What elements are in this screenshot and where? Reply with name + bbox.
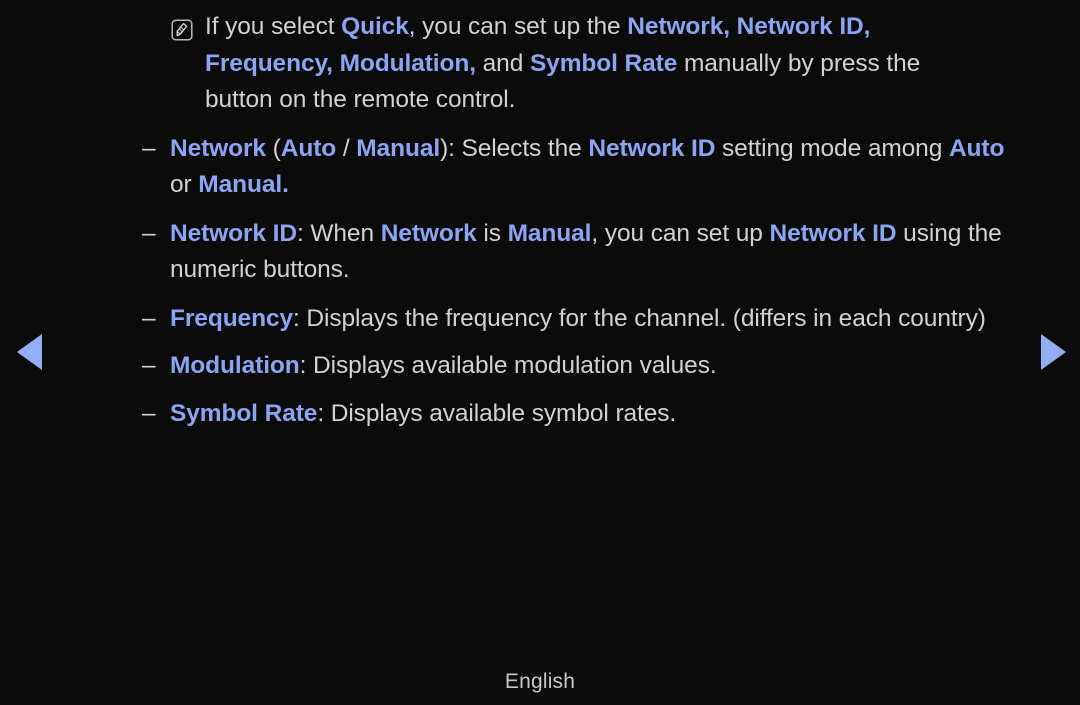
body-text: If you select <box>205 13 342 40</box>
footer-language-label: English <box>504 670 576 693</box>
list-item-text: Modulation: Displays available modulatio… <box>170 348 1020 385</box>
highlighted-term: Manual <box>507 219 592 247</box>
body-text: or <box>170 171 199 198</box>
body-text: ): Selects the <box>440 134 589 162</box>
note-block: If you select Quick, you can set up the … <box>0 9 1080 119</box>
body-text: setting mode among <box>715 134 949 162</box>
body-text: : When <box>296 219 381 247</box>
bullet-dash: – <box>142 352 156 379</box>
body-text: , you can set up the <box>408 13 628 40</box>
bullet-dash: – <box>142 219 156 247</box>
list-item-text: Network (Auto / Manual): Selects the Net… <box>170 131 1020 204</box>
body-text: , you can set up <box>591 219 770 247</box>
note-pencil-icon <box>171 19 193 41</box>
body-text: ( <box>265 134 281 162</box>
list-item: – Network (Auto / Manual): Selects the N… <box>0 131 1080 204</box>
body-text: : Displays the frequency for the channel… <box>293 304 986 332</box>
highlighted-term: Modulation <box>170 352 300 379</box>
list-item: – Symbol Rate: Displays available symbol… <box>0 396 1080 433</box>
highlighted-term: Symbol Rate <box>170 399 318 427</box>
body-text: and <box>475 49 530 77</box>
body-text: is <box>476 219 508 247</box>
triangle-right-icon <box>1040 334 1066 370</box>
list-item: – Frequency: Displays the frequency for … <box>0 301 1080 338</box>
highlighted-term: Network <box>170 134 266 162</box>
highlighted-term: Network <box>380 219 477 247</box>
previous-page-button[interactable] <box>12 332 46 372</box>
highlighted-term: Quick <box>341 13 409 40</box>
list-item: – Modulation: Displays available modulat… <box>0 348 1080 385</box>
list-item: – Network ID: When Network is Manual, yo… <box>0 216 1080 289</box>
highlighted-term: Manual. <box>198 171 289 198</box>
highlighted-term: Manual <box>356 134 441 162</box>
highlighted-term: Auto <box>948 134 1005 162</box>
highlighted-term: Symbol Rate <box>529 49 678 77</box>
body-text: / <box>336 134 357 162</box>
emanual-page: If you select Quick, you can set up the … <box>0 0 1080 705</box>
bullet-dash: – <box>142 134 156 162</box>
bullet-dash: – <box>142 399 156 427</box>
list-item-text: Frequency: Displays the frequency for th… <box>170 301 1020 338</box>
body-text: : Displays available symbol rates. <box>317 399 677 427</box>
content-area: If you select Quick, you can set up the … <box>0 0 1080 443</box>
highlighted-term: Network ID <box>769 219 897 247</box>
list-item-text: Symbol Rate: Displays available symbol r… <box>170 396 1020 433</box>
triangle-left-icon <box>16 334 42 370</box>
bullet-dash: – <box>142 304 156 332</box>
highlighted-term: Auto <box>280 134 337 162</box>
bullet-list: – Network (Auto / Manual): Selects the N… <box>0 131 1080 433</box>
body-text: : Displays available modulation values. <box>299 352 717 379</box>
highlighted-term: Network ID <box>170 219 297 247</box>
next-page-button[interactable] <box>1036 332 1070 372</box>
highlighted-term: Network ID <box>588 134 716 162</box>
highlighted-term: Frequency <box>170 304 293 332</box>
list-item-text: Network ID: When Network is Manual, you … <box>170 216 1020 289</box>
note-paragraph: If you select Quick, you can set up the … <box>205 9 960 119</box>
